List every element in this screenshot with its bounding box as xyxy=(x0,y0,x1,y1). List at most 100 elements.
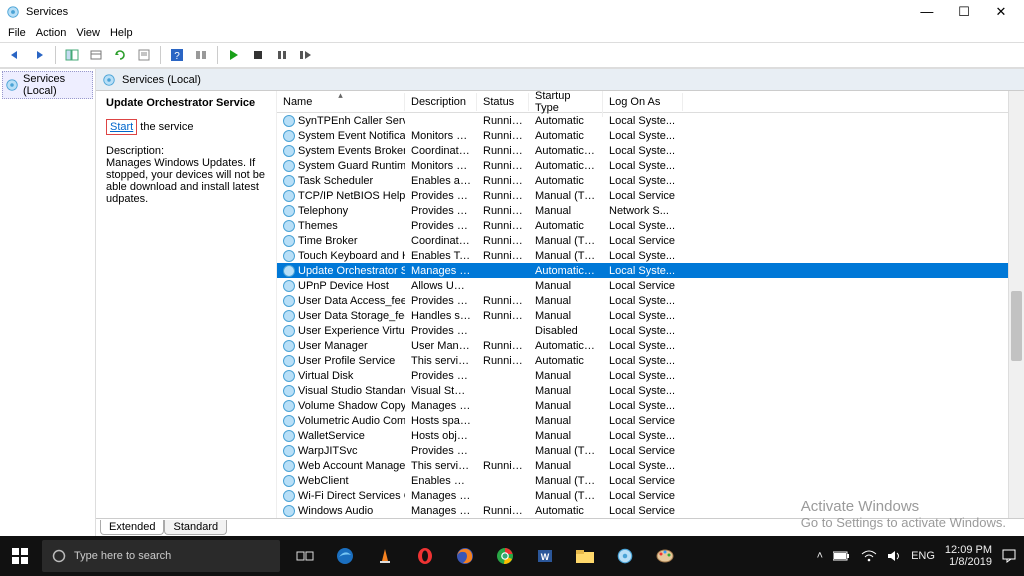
vlc-icon[interactable] xyxy=(366,536,404,576)
volume-icon[interactable] xyxy=(887,550,901,562)
maximize-button[interactable]: ☐ xyxy=(947,5,981,20)
service-action: Start the service xyxy=(106,119,266,135)
firefox-icon[interactable] xyxy=(446,536,484,576)
table-row[interactable]: WarpJITSvcProvides a JI...Manual (Trig..… xyxy=(277,443,1024,458)
pause-service-button[interactable] xyxy=(271,45,293,65)
tab-extended[interactable]: Extended xyxy=(100,520,164,535)
col-log-on-as[interactable]: Log On As xyxy=(603,93,683,111)
table-row[interactable]: User Profile ServiceThis service ...Runn… xyxy=(277,353,1024,368)
table-row[interactable]: User Experience Virtualizatio...Provides… xyxy=(277,323,1024,338)
table-row[interactable]: Update Orchestrator ServiceManages W...A… xyxy=(277,263,1024,278)
show-hide-tree-button[interactable] xyxy=(61,45,83,65)
table-row[interactable]: Volumetric Audio Composit...Hosts spatia… xyxy=(277,413,1024,428)
battery-icon[interactable] xyxy=(833,551,851,561)
scrollbar-thumb[interactable] xyxy=(1011,291,1022,361)
start-service-link[interactable]: Start xyxy=(106,119,137,135)
clock[interactable]: 12:09 PM 1/8/2019 xyxy=(945,544,992,568)
service-logon: Local Syste... xyxy=(603,265,683,277)
gear-icon xyxy=(283,355,295,367)
service-logon: Local Syste... xyxy=(603,340,683,352)
table-row[interactable]: Windows AudioManages au...RunningAutomat… xyxy=(277,503,1024,518)
menu-view[interactable]: View xyxy=(76,27,100,39)
start-service-button[interactable] xyxy=(223,45,245,65)
cortana-icon xyxy=(52,549,66,563)
col-startup-type[interactable]: Startup Type xyxy=(529,91,603,117)
table-row[interactable]: TCP/IP NetBIOS HelperProvides su...Runni… xyxy=(277,188,1024,203)
table-row[interactable]: Web Account ManagerThis service ...Runni… xyxy=(277,458,1024,473)
forward-button[interactable] xyxy=(28,45,50,65)
vertical-scrollbar[interactable] xyxy=(1008,91,1024,518)
service-description: Coordinates... xyxy=(405,235,477,247)
restart-service-button[interactable] xyxy=(295,45,317,65)
service-name: Task Scheduler xyxy=(298,175,373,187)
table-row[interactable]: Time BrokerCoordinates...RunningManual (… xyxy=(277,233,1024,248)
table-row[interactable]: SynTPEnh Caller ServiceRunningAutomaticL… xyxy=(277,113,1024,128)
table-row[interactable]: User ManagerUser Manag...RunningAutomati… xyxy=(277,338,1024,353)
language-indicator[interactable]: ENG xyxy=(911,550,935,562)
table-row[interactable]: User Data Storage_fee91aHandles sto...Ru… xyxy=(277,308,1024,323)
separator xyxy=(160,46,161,64)
table-row[interactable]: WalletServiceHosts objec...ManualLocal S… xyxy=(277,428,1024,443)
list-body[interactable]: SynTPEnh Caller ServiceRunningAutomaticL… xyxy=(277,113,1024,518)
edge-icon[interactable] xyxy=(326,536,364,576)
menu-file[interactable]: File xyxy=(8,27,26,39)
col-name[interactable]: Name▴ xyxy=(277,93,405,111)
properties-button[interactable] xyxy=(133,45,155,65)
col-description[interactable]: Description xyxy=(405,93,477,111)
table-row[interactable]: Wi-Fi Direct Services Conne...Manages co… xyxy=(277,488,1024,503)
table-row[interactable]: Task SchedulerEnables a us...RunningAuto… xyxy=(277,173,1024,188)
detail-pane: Update Orchestrator Service Start the se… xyxy=(96,91,276,518)
gear-icon xyxy=(283,325,295,337)
back-button[interactable] xyxy=(4,45,26,65)
gear-icon xyxy=(283,370,295,382)
file-explorer-icon[interactable] xyxy=(566,536,604,576)
table-row[interactable]: System Guard Runtime Mo...Monitors an...… xyxy=(277,158,1024,173)
tasks-button[interactable] xyxy=(190,45,212,65)
table-row[interactable]: Touch Keyboard and Hand...Enables Tou...… xyxy=(277,248,1024,263)
minimize-button[interactable]: ― xyxy=(910,5,944,20)
opera-icon[interactable] xyxy=(406,536,444,576)
start-button[interactable] xyxy=(0,536,40,576)
table-row[interactable]: Volume Shadow CopyManages an...ManualLoc… xyxy=(277,398,1024,413)
taskbar-search[interactable]: Type here to search xyxy=(42,540,280,572)
table-row[interactable]: System Event Notification S...Monitors s… xyxy=(277,128,1024,143)
service-description: Hosts spatia... xyxy=(405,415,477,427)
gear-icon xyxy=(283,220,295,232)
table-row[interactable]: ThemesProvides us...RunningAutomaticLoca… xyxy=(277,218,1024,233)
services-taskbar-icon[interactable] xyxy=(606,536,644,576)
task-view-button[interactable] xyxy=(286,536,324,576)
tray-chevron-icon[interactable]: ˄ xyxy=(817,550,823,562)
col-status[interactable]: Status xyxy=(477,93,529,111)
service-startup-type: Automatic xyxy=(529,505,603,517)
toolbar: ? xyxy=(0,42,1024,68)
table-row[interactable]: User Data Access_fee91aProvides ap...Run… xyxy=(277,293,1024,308)
stop-service-button[interactable] xyxy=(247,45,269,65)
tree-item-services-local[interactable]: Services (Local) xyxy=(2,71,93,99)
wifi-icon[interactable] xyxy=(861,550,877,562)
menu-action[interactable]: Action xyxy=(36,27,67,39)
service-name: WarpJITSvc xyxy=(298,445,358,457)
close-button[interactable]: ✕ xyxy=(984,5,1018,20)
table-row[interactable]: UPnP Device HostAllows UPn...ManualLocal… xyxy=(277,278,1024,293)
table-row[interactable]: System Events BrokerCoordinates...Runnin… xyxy=(277,143,1024,158)
description-label: Description: xyxy=(106,145,266,157)
separator xyxy=(55,46,56,64)
tab-standard[interactable]: Standard xyxy=(164,520,227,535)
table-row[interactable]: TelephonyProvides Tel...RunningManualNet… xyxy=(277,203,1024,218)
gear-icon xyxy=(283,445,295,457)
table-row[interactable]: Virtual DiskProvides m...ManualLocal Sys… xyxy=(277,368,1024,383)
service-startup-type: Automatic (D... xyxy=(529,160,603,172)
table-row[interactable]: WebClientEnables Win...Manual (Trig...Lo… xyxy=(277,473,1024,488)
notifications-icon[interactable] xyxy=(1002,549,1016,563)
word-icon[interactable]: W xyxy=(526,536,564,576)
table-row[interactable]: Visual Studio Standard Coll...Visual Stu… xyxy=(277,383,1024,398)
service-startup-type: Manual (Trig... xyxy=(529,445,603,457)
paint-icon[interactable] xyxy=(646,536,684,576)
refresh-button[interactable] xyxy=(109,45,131,65)
help-button[interactable]: ? xyxy=(166,45,188,65)
taskbar-apps: W xyxy=(286,536,684,576)
export-list-button[interactable] xyxy=(85,45,107,65)
menu-help[interactable]: Help xyxy=(110,27,133,39)
service-status: Running xyxy=(477,460,529,472)
chrome-icon[interactable] xyxy=(486,536,524,576)
